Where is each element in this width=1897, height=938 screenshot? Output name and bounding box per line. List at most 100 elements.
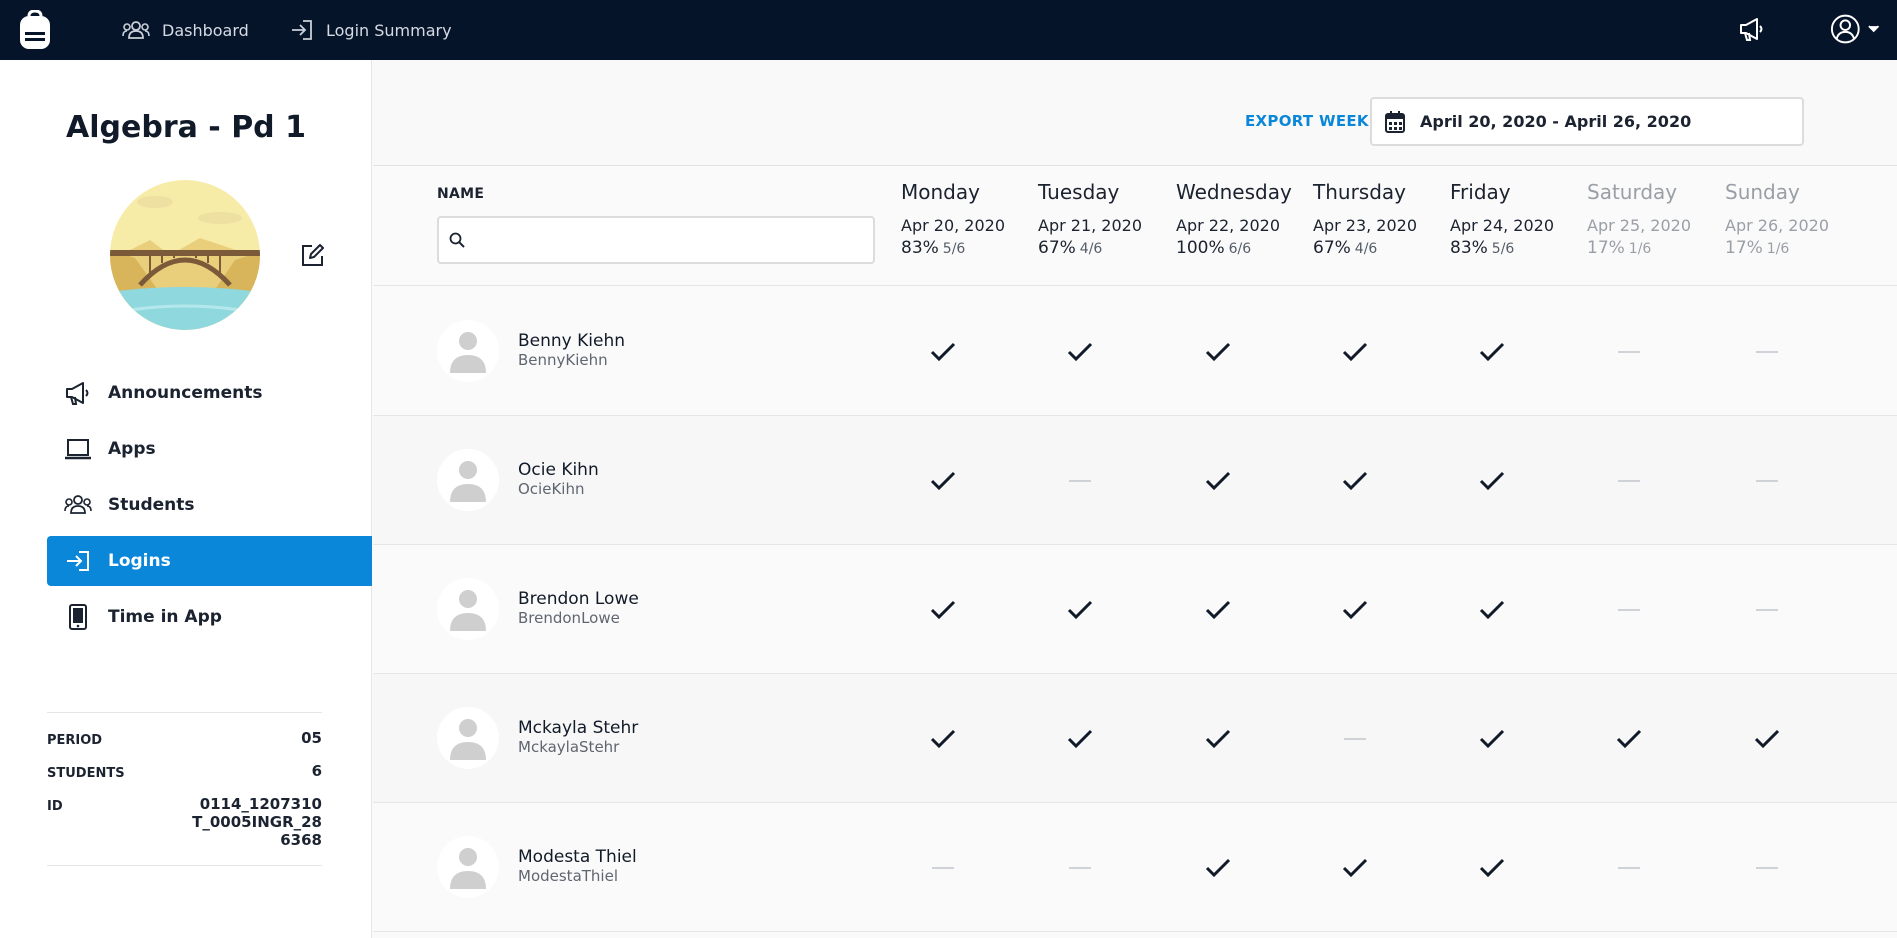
student-row[interactable]: Brendon Lowe BrendonLowe bbox=[373, 545, 1897, 674]
day-login-fraction: 5/6 bbox=[1491, 241, 1515, 257]
login-check-icon bbox=[1477, 466, 1507, 496]
sidebar-item-logins[interactable]: Logins bbox=[47, 536, 372, 586]
chevron-down-icon bbox=[1867, 25, 1879, 33]
main-content: EXPORT WEEK April 20, 2020 - April 26, 2… bbox=[373, 60, 1897, 938]
login-check-icon bbox=[1340, 466, 1370, 496]
export-week-button[interactable]: EXPORT WEEK bbox=[1245, 112, 1369, 130]
student-row[interactable]: Mckayla Stehr MckaylaStehr bbox=[373, 674, 1897, 803]
class-title: Algebra - Pd 1 bbox=[66, 110, 306, 145]
date-range-picker[interactable]: April 20, 2020 - April 26, 2020 bbox=[1370, 97, 1804, 146]
student-username: BennyKiehn bbox=[518, 351, 608, 369]
no-login-dash-icon bbox=[1614, 853, 1644, 883]
nav-login-summary[interactable]: Login Summary bbox=[290, 0, 452, 60]
edit-class-icon[interactable] bbox=[300, 242, 326, 268]
login-check-icon bbox=[928, 466, 958, 496]
day-column-header: Wednesday Apr 22, 2020 100% 6/6 bbox=[1176, 180, 1313, 258]
login-check-icon bbox=[1614, 724, 1644, 754]
nav-dashboard[interactable]: Dashboard bbox=[122, 0, 249, 60]
day-column-header: Sunday Apr 26, 2020 17% 1/6 bbox=[1725, 180, 1862, 258]
no-login-dash-icon bbox=[1752, 466, 1782, 496]
student-row[interactable]: Modesta Thiel ModestaThiel bbox=[373, 803, 1897, 932]
backpack-logo-icon[interactable] bbox=[18, 9, 52, 50]
login-check-icon bbox=[1203, 337, 1233, 367]
day-stats: 67% 4/6 bbox=[1313, 238, 1450, 258]
no-login-dash-icon bbox=[1752, 337, 1782, 367]
day-stats: 17% 1/6 bbox=[1725, 238, 1862, 258]
student-username: BrendonLowe bbox=[518, 609, 620, 627]
day-login-fraction: 1/6 bbox=[1766, 241, 1790, 257]
search-icon bbox=[449, 232, 465, 248]
sidebar-menu: Announcements Apps Students Logins Time … bbox=[47, 368, 372, 648]
users-icon bbox=[64, 495, 92, 514]
sidebar-item-label: Students bbox=[108, 495, 195, 515]
sidebar-item-students[interactable]: Students bbox=[47, 480, 372, 530]
login-check-icon bbox=[928, 595, 958, 625]
day-login-percent: 83% bbox=[901, 238, 939, 258]
info-students-value: 6 bbox=[311, 762, 322, 780]
day-stats: 83% 5/6 bbox=[1450, 238, 1587, 258]
login-check-icon bbox=[1065, 724, 1095, 754]
day-column-header: Friday Apr 24, 2020 83% 5/6 bbox=[1450, 180, 1587, 258]
student-avatar-icon bbox=[437, 578, 499, 640]
login-check-icon bbox=[928, 337, 958, 367]
no-login-dash-icon bbox=[1614, 466, 1644, 496]
day-column-header: Thursday Apr 23, 2020 67% 4/6 bbox=[1313, 180, 1450, 258]
sidebar-item-label: Apps bbox=[108, 439, 156, 459]
tablet-icon bbox=[69, 604, 87, 630]
student-avatar-icon bbox=[437, 320, 499, 382]
student-username: ModestaThiel bbox=[518, 867, 618, 885]
info-id-label: ID bbox=[47, 799, 63, 814]
student-row[interactable]: Ocie Kihn OcieKihn bbox=[373, 416, 1897, 545]
day-date: Apr 24, 2020 bbox=[1450, 216, 1555, 235]
day-login-fraction: 4/6 bbox=[1354, 241, 1378, 257]
student-name: Benny Kiehn bbox=[518, 331, 626, 351]
login-icon bbox=[292, 20, 312, 40]
student-search-box[interactable] bbox=[437, 216, 875, 264]
student-row[interactable]: Benny Kiehn BennyKiehn bbox=[373, 287, 1897, 416]
day-name: Sunday bbox=[1725, 180, 1800, 204]
nav-login-summary-label: Login Summary bbox=[326, 20, 452, 40]
day-login-percent: 67% bbox=[1038, 238, 1076, 258]
student-avatar-icon bbox=[437, 836, 499, 898]
no-login-dash-icon bbox=[1752, 595, 1782, 625]
megaphone-icon bbox=[66, 382, 89, 405]
day-stats: 67% 4/6 bbox=[1038, 238, 1175, 258]
calendar-icon bbox=[1385, 110, 1405, 133]
login-check-icon bbox=[1065, 337, 1095, 367]
no-login-dash-icon bbox=[1614, 337, 1644, 367]
no-login-dash-icon bbox=[1614, 595, 1644, 625]
no-login-dash-icon bbox=[928, 853, 958, 883]
login-check-icon bbox=[928, 724, 958, 754]
login-icon bbox=[67, 551, 89, 571]
date-range-text: April 20, 2020 - April 26, 2020 bbox=[1420, 112, 1692, 131]
day-login-percent: 83% bbox=[1450, 238, 1488, 258]
day-name: Saturday bbox=[1587, 180, 1678, 204]
day-name: Friday bbox=[1450, 180, 1511, 204]
info-period-row: PERIOD 05 bbox=[47, 729, 322, 748]
student-avatar-icon bbox=[437, 707, 499, 769]
info-id-value: 0114_1207310T_0005INGR_286368 bbox=[192, 795, 322, 849]
login-check-icon bbox=[1477, 724, 1507, 754]
class-avatar-bridge-image bbox=[110, 180, 260, 330]
search-input[interactable] bbox=[473, 231, 863, 249]
account-menu[interactable] bbox=[1830, 12, 1880, 46]
sidebar-item-announcements[interactable]: Announcements bbox=[47, 368, 372, 418]
day-date: Apr 21, 2020 bbox=[1038, 216, 1143, 235]
student-name: Mckayla Stehr bbox=[518, 718, 639, 738]
login-check-icon bbox=[1203, 595, 1233, 625]
day-stats: 17% 1/6 bbox=[1587, 238, 1724, 258]
sidebar-item-time-in-app[interactable]: Time in App bbox=[47, 592, 372, 642]
sidebar-item-apps[interactable]: Apps bbox=[47, 424, 372, 474]
day-column-header: Tuesday Apr 21, 2020 67% 4/6 bbox=[1038, 180, 1175, 258]
student-avatar-icon bbox=[437, 449, 499, 511]
no-login-dash-icon bbox=[1752, 853, 1782, 883]
day-login-percent: 17% bbox=[1587, 238, 1625, 258]
login-check-icon bbox=[1340, 853, 1370, 883]
student-username: MckaylaStehr bbox=[518, 738, 620, 756]
login-check-icon bbox=[1340, 337, 1370, 367]
day-date: Apr 26, 2020 bbox=[1725, 216, 1830, 235]
announcements-megaphone-icon[interactable] bbox=[1737, 15, 1765, 43]
laptop-icon bbox=[65, 439, 91, 460]
top-navbar: Dashboard Login Summary bbox=[0, 0, 1897, 60]
day-column-header: Saturday Apr 25, 2020 17% 1/6 bbox=[1587, 180, 1724, 258]
